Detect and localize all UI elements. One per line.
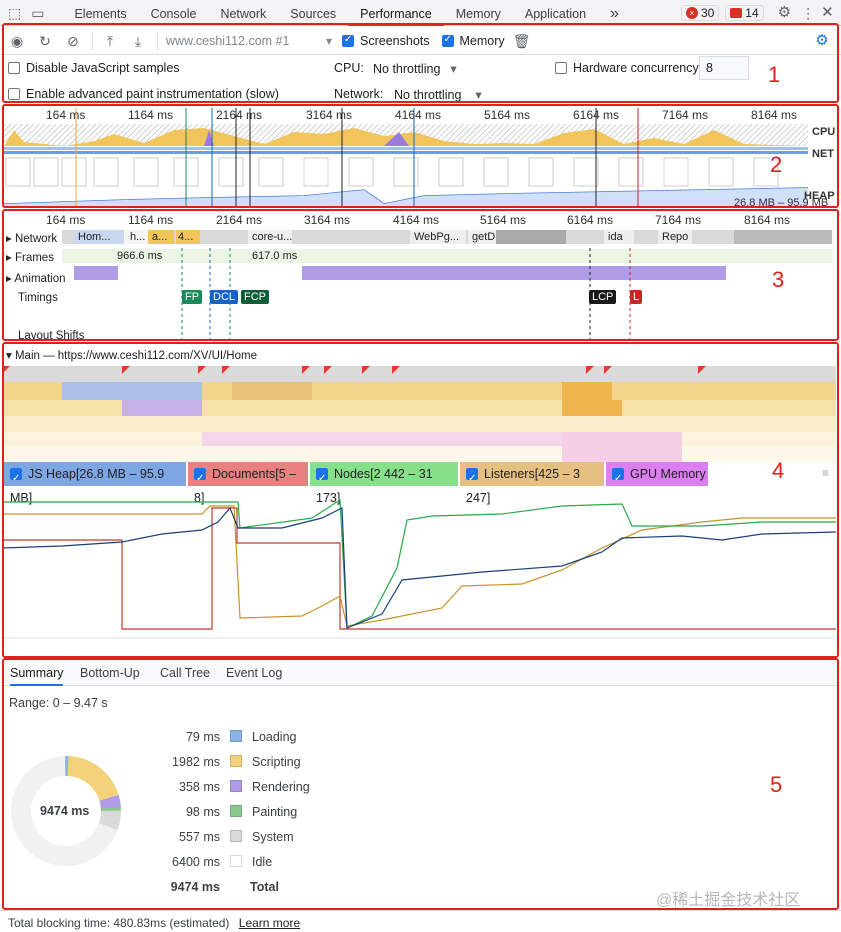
error-badge[interactable]: × 30 <box>680 4 720 21</box>
tab-performance[interactable]: Performance <box>348 0 444 26</box>
blocking-time: Total blocking time: 480.83ms (estimated… <box>8 916 230 930</box>
annotation-box-3 <box>2 209 839 341</box>
annotation-number-4: 4 <box>772 458 785 483</box>
tab-application[interactable]: Application <box>513 0 598 26</box>
error-icon: × <box>685 6 698 19</box>
annotation-number-5: 5 <box>770 772 783 797</box>
annotation-number-3: 3 <box>772 267 785 292</box>
inspect-element-icon[interactable]: ⬚ <box>8 4 21 22</box>
settings-gear-icon[interactable]: ⚙ <box>778 4 791 22</box>
close-devtools-icon[interactable]: ✕ <box>821 4 834 22</box>
annotation-number-1: 1 <box>768 62 781 87</box>
annotation-box-5 <box>2 658 839 910</box>
tab-elements[interactable]: Elements <box>62 0 138 26</box>
annotation-box-1 <box>2 23 839 103</box>
kebab-menu-icon[interactable]: ⋮ <box>801 4 815 22</box>
learn-more-link[interactable]: Learn more <box>239 916 300 930</box>
annotation-box-4 <box>2 342 839 658</box>
warning-icon <box>730 7 743 18</box>
tab-network[interactable]: Network <box>208 0 278 26</box>
tab-sources[interactable]: Sources <box>278 0 348 26</box>
device-toolbar-icon[interactable]: ▭ <box>31 4 44 22</box>
more-tabs-icon[interactable]: » <box>598 0 631 26</box>
tab-console[interactable]: Console <box>139 0 209 26</box>
status-bar: Total blocking time: 480.83ms (estimated… <box>0 910 841 932</box>
warning-badge[interactable]: 14 <box>725 4 764 21</box>
annotation-box-2 <box>2 104 839 208</box>
tab-memory[interactable]: Memory <box>444 0 513 26</box>
annotation-number-2: 2 <box>770 152 783 177</box>
